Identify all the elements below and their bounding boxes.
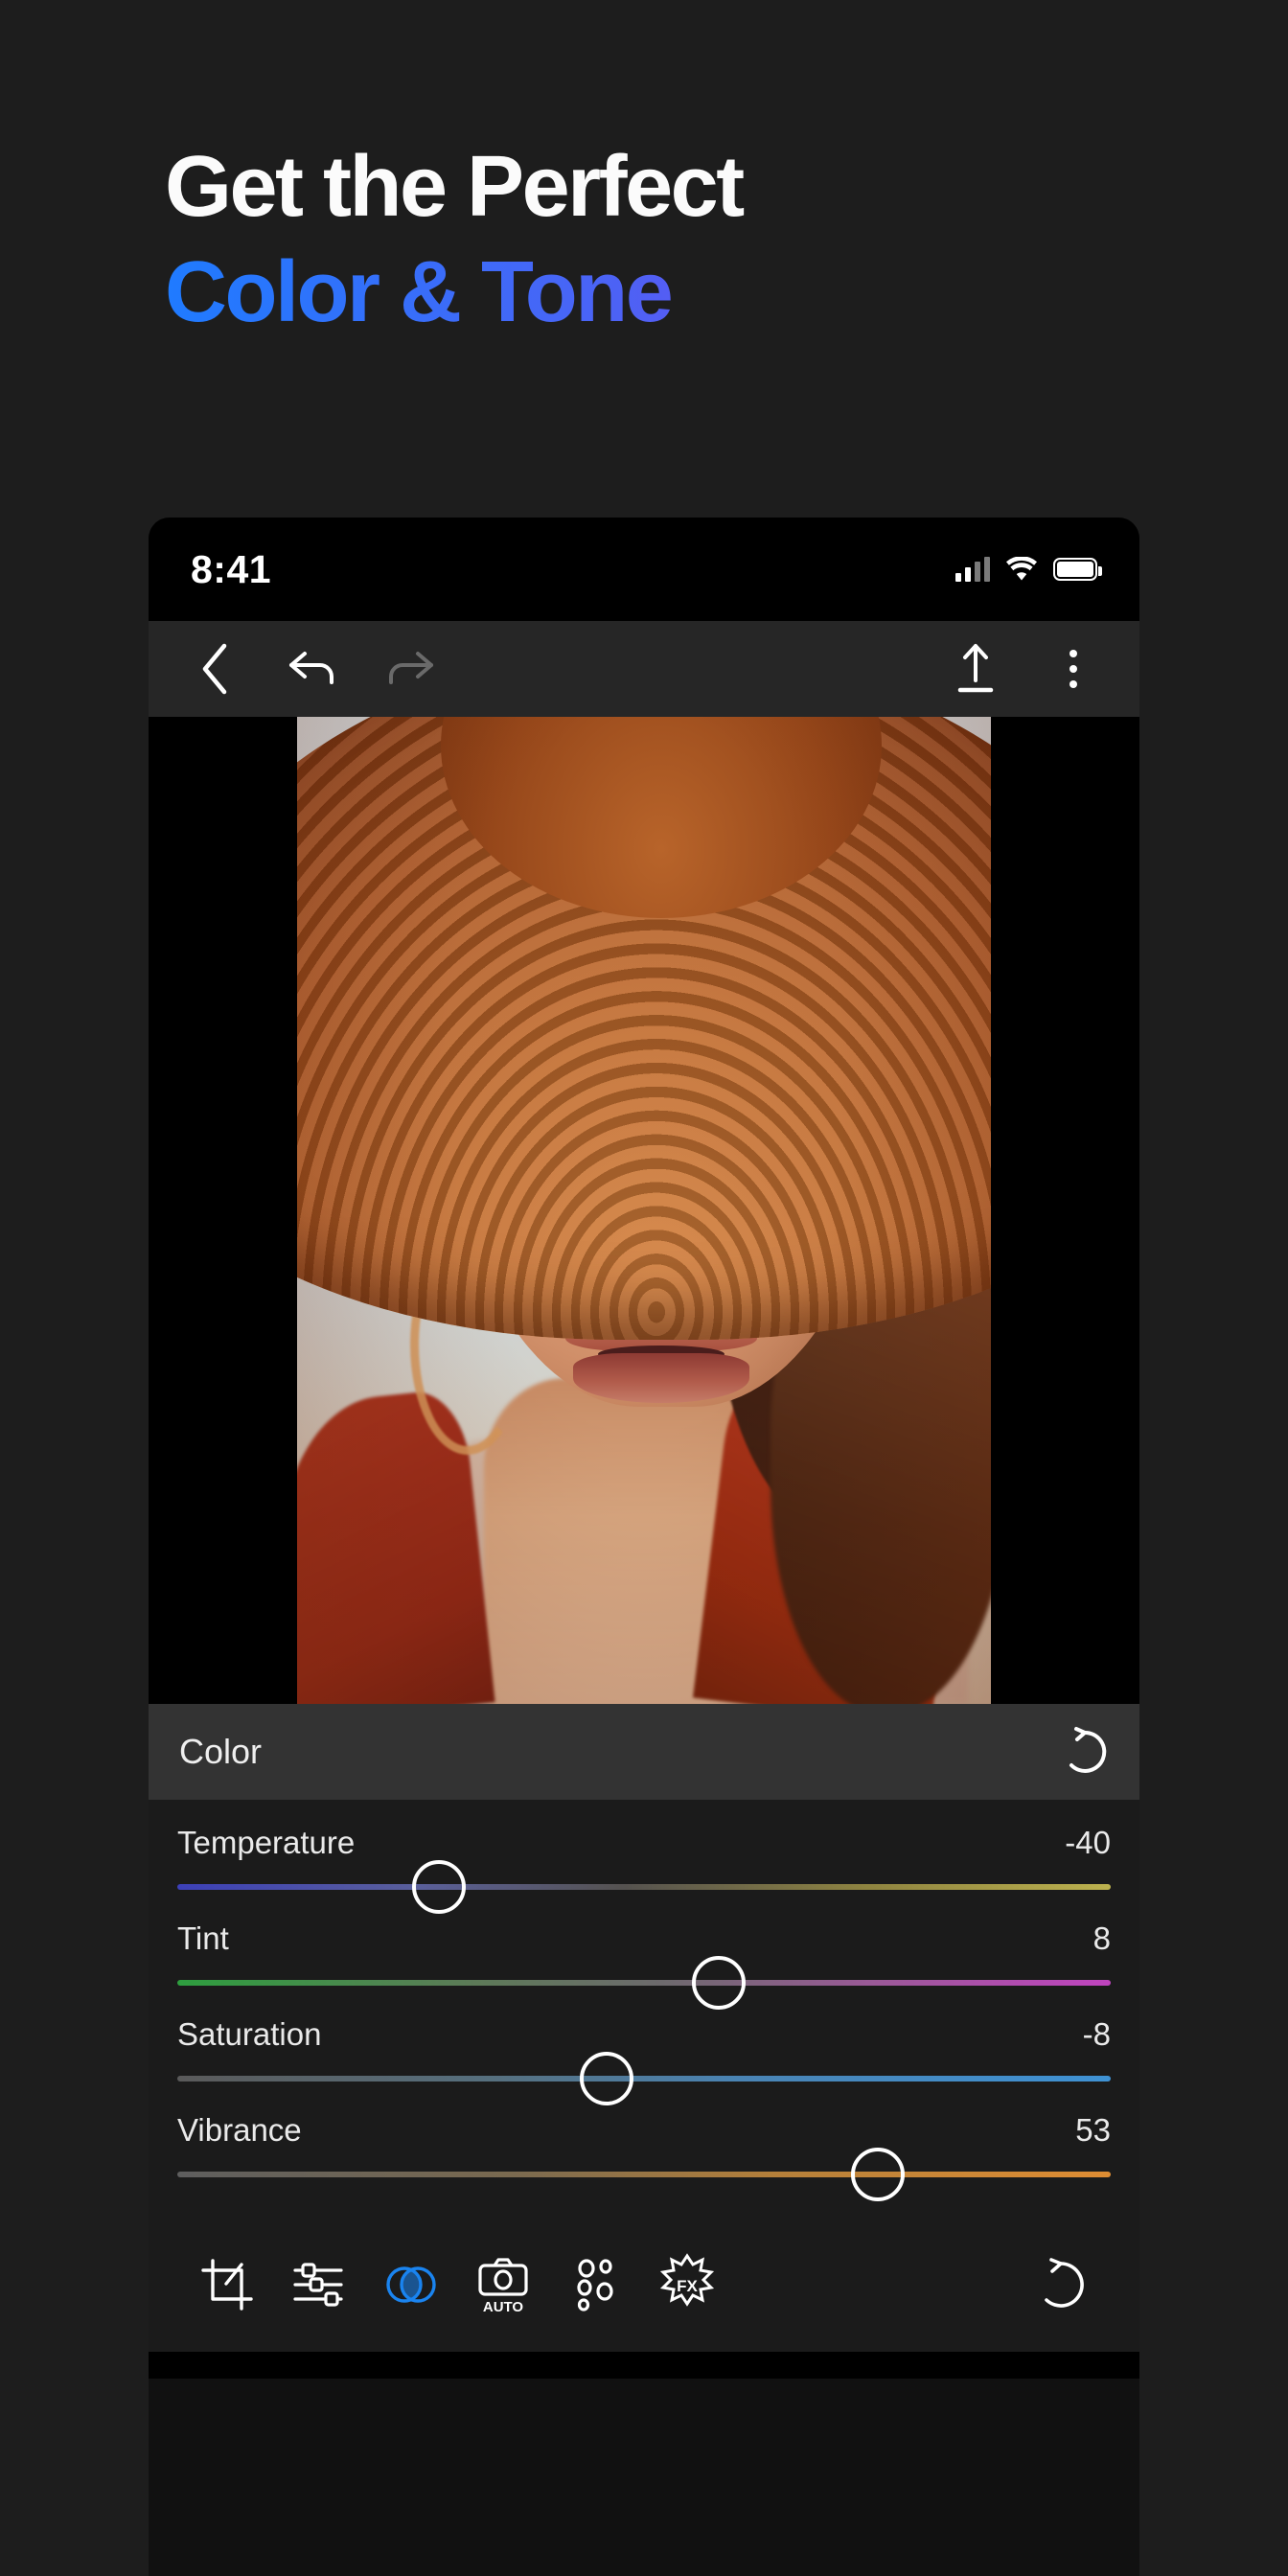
slider-tint[interactable]: Tint 8 xyxy=(177,1920,1111,2010)
slider-list: Temperature -40 Tint 8 Saturation -8 Vib… xyxy=(149,1800,1139,2218)
slider-value: 53 xyxy=(1075,2112,1111,2148)
edited-photo xyxy=(297,717,991,1704)
slider-thumb[interactable] xyxy=(691,1956,746,2010)
auto-camera-icon[interactable]: AUTO xyxy=(457,2239,549,2331)
crop-icon[interactable] xyxy=(181,2239,273,2331)
wifi-icon xyxy=(1005,557,1038,582)
effects-fx-icon[interactable]: FX xyxy=(641,2239,733,2331)
status-bar: 8:41 xyxy=(149,518,1139,621)
svg-text:AUTO: AUTO xyxy=(483,2299,524,2315)
slider-track[interactable] xyxy=(177,1980,1111,1986)
retouch-icon[interactable] xyxy=(549,2239,641,2331)
slider-label: Vibrance xyxy=(177,2112,302,2148)
undo-icon[interactable] xyxy=(283,639,342,699)
slider-track[interactable] xyxy=(177,1884,1111,1890)
export-upload-icon[interactable] xyxy=(946,639,1005,699)
reset-arrow-icon[interactable] xyxy=(1059,1725,1111,1779)
adjust-icon[interactable] xyxy=(273,2239,365,2331)
photo-canvas[interactable] xyxy=(149,717,1139,1704)
back-chevron-icon[interactable] xyxy=(185,639,244,699)
more-options-icon[interactable] xyxy=(1044,639,1103,699)
cellular-signal-icon xyxy=(955,557,990,582)
headline-line-1: Get the Perfect xyxy=(165,139,745,235)
slider-value: -8 xyxy=(1082,2016,1111,2052)
slider-label: Saturation xyxy=(177,2016,322,2052)
status-bar-indicators xyxy=(955,557,1102,582)
promo-headline: Get the Perfect Color & Tone xyxy=(165,144,1219,335)
redo-icon[interactable] xyxy=(380,639,440,699)
home-indicator-area xyxy=(149,2352,1139,2379)
slider-saturation[interactable]: Saturation -8 xyxy=(177,2016,1111,2105)
slider-label: Temperature xyxy=(177,1825,356,1860)
status-bar-clock: 8:41 xyxy=(191,546,272,591)
phone-mockup: 8:41 Color Temperature -40 Tint 8 Satura… xyxy=(149,518,1139,2576)
promo-screenshot: Get the Perfect Color & Tone 8:41 Color … xyxy=(0,0,1288,2576)
slider-thumb[interactable] xyxy=(580,2052,634,2105)
headline-line-2: Color & Tone xyxy=(165,249,1219,335)
page-title: Color xyxy=(179,1732,263,1771)
slider-thumb[interactable] xyxy=(850,2148,905,2201)
slider-vibrance[interactable]: Vibrance 53 xyxy=(177,2112,1111,2201)
slider-temperature[interactable]: Temperature -40 xyxy=(177,1825,1111,1914)
battery-full-icon xyxy=(1053,558,1102,581)
slider-label: Tint xyxy=(177,1920,229,1956)
slider-value: -40 xyxy=(1065,1825,1111,1860)
reset-arrow-icon[interactable] xyxy=(1015,2239,1107,2331)
slider-thumb[interactable] xyxy=(411,1860,466,1914)
editor-bottom-toolbar: AUTO FX xyxy=(149,2218,1139,2352)
slider-track[interactable] xyxy=(177,2172,1111,2177)
slider-value: 8 xyxy=(1092,1920,1111,1956)
slider-track[interactable] xyxy=(177,2076,1111,2082)
adjustment-panel-header: Color xyxy=(149,1704,1139,1800)
editor-top-toolbar xyxy=(149,621,1139,717)
svg-text:FX: FX xyxy=(677,2277,698,2295)
color-icon[interactable] xyxy=(365,2239,457,2331)
